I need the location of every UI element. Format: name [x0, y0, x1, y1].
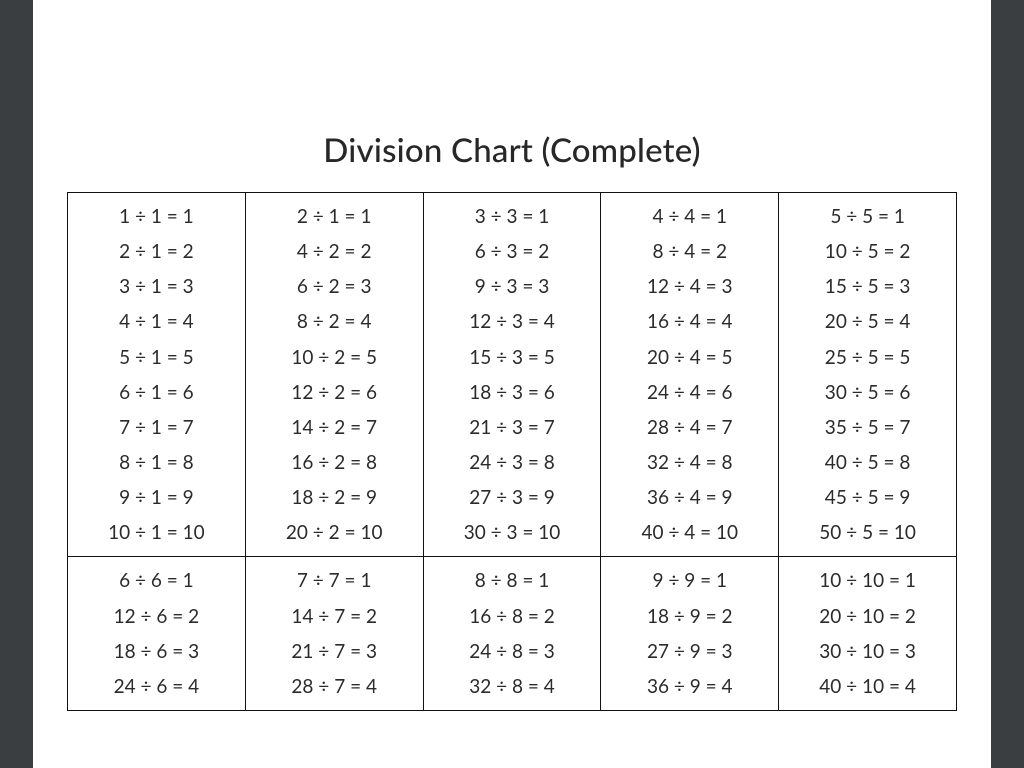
equation: 21 ÷ 7 = 3: [256, 634, 413, 669]
viewer-background: Division Chart (Complete) 1 ÷ 1 = 1 2 ÷ …: [0, 0, 1024, 768]
equation-list: 7 ÷ 7 = 1 14 ÷ 7 = 2 21 ÷ 7 = 3 28 ÷ 7 =…: [256, 563, 413, 704]
table-cell: 8 ÷ 8 = 1 16 ÷ 8 = 2 24 ÷ 8 = 3 32 ÷ 8 =…: [423, 557, 601, 711]
equation: 12 ÷ 3 = 4: [434, 304, 591, 339]
equation: 36 ÷ 9 = 4: [611, 669, 768, 704]
equation: 12 ÷ 6 = 2: [78, 599, 235, 634]
equation: 35 ÷ 5 = 7: [789, 410, 946, 445]
equation: 7 ÷ 7 = 1: [256, 563, 413, 598]
table-cell: 6 ÷ 6 = 1 12 ÷ 6 = 2 18 ÷ 6 = 3 24 ÷ 6 =…: [68, 557, 246, 711]
table-cell: 1 ÷ 1 = 1 2 ÷ 1 = 2 3 ÷ 1 = 3 4 ÷ 1 = 4 …: [68, 193, 246, 557]
equation: 3 ÷ 1 = 3: [78, 269, 235, 304]
equation-list: 4 ÷ 4 = 1 8 ÷ 4 = 2 12 ÷ 4 = 3 16 ÷ 4 = …: [611, 199, 768, 550]
table-cell: 10 ÷ 10 = 1 20 ÷ 10 = 2 30 ÷ 10 = 3 40 ÷…: [779, 557, 957, 711]
equation: 1 ÷ 1 = 1: [78, 199, 235, 234]
equation: 7 ÷ 1 = 7: [78, 410, 235, 445]
equation-list: 1 ÷ 1 = 1 2 ÷ 1 = 2 3 ÷ 1 = 3 4 ÷ 1 = 4 …: [78, 199, 235, 550]
page-content: Division Chart (Complete) 1 ÷ 1 = 1 2 ÷ …: [33, 130, 991, 711]
equation: 20 ÷ 5 = 4: [789, 304, 946, 339]
equation: 12 ÷ 4 = 3: [611, 269, 768, 304]
equation: 24 ÷ 4 = 6: [611, 375, 768, 410]
equation: 20 ÷ 10 = 2: [789, 599, 946, 634]
equation-list: 5 ÷ 5 = 1 10 ÷ 5 = 2 15 ÷ 5 = 3 20 ÷ 5 =…: [789, 199, 946, 550]
equation: 18 ÷ 2 = 9: [256, 480, 413, 515]
equation: 10 ÷ 1 = 10: [78, 515, 235, 550]
equation: 27 ÷ 9 = 3: [611, 634, 768, 669]
equation: 20 ÷ 2 = 10: [256, 515, 413, 550]
equation: 27 ÷ 3 = 9: [434, 480, 591, 515]
equation: 6 ÷ 3 = 2: [434, 234, 591, 269]
equation: 28 ÷ 4 = 7: [611, 410, 768, 445]
equation: 3 ÷ 3 = 1: [434, 199, 591, 234]
equation: 8 ÷ 4 = 2: [611, 234, 768, 269]
table-cell: 2 ÷ 1 = 1 4 ÷ 2 = 2 6 ÷ 2 = 3 8 ÷ 2 = 4 …: [245, 193, 423, 557]
equation: 28 ÷ 7 = 4: [256, 669, 413, 704]
equation: 5 ÷ 1 = 5: [78, 340, 235, 375]
equation-list: 6 ÷ 6 = 1 12 ÷ 6 = 2 18 ÷ 6 = 3 24 ÷ 6 =…: [78, 563, 235, 704]
equation: 25 ÷ 5 = 5: [789, 340, 946, 375]
equation: 2 ÷ 1 = 1: [256, 199, 413, 234]
page-title: Division Chart (Complete): [33, 130, 991, 170]
table-row: 1 ÷ 1 = 1 2 ÷ 1 = 2 3 ÷ 1 = 3 4 ÷ 1 = 4 …: [68, 193, 957, 557]
equation: 4 ÷ 4 = 1: [611, 199, 768, 234]
equation: 4 ÷ 2 = 2: [256, 234, 413, 269]
equation: 16 ÷ 8 = 2: [434, 599, 591, 634]
document-page: Division Chart (Complete) 1 ÷ 1 = 1 2 ÷ …: [33, 0, 991, 768]
equation: 10 ÷ 10 = 1: [789, 563, 946, 598]
equation: 50 ÷ 5 = 10: [789, 515, 946, 550]
equation: 45 ÷ 5 = 9: [789, 480, 946, 515]
table-cell: 4 ÷ 4 = 1 8 ÷ 4 = 2 12 ÷ 4 = 3 16 ÷ 4 = …: [601, 193, 779, 557]
equation: 18 ÷ 3 = 6: [434, 375, 591, 410]
equation: 10 ÷ 5 = 2: [789, 234, 946, 269]
equation: 6 ÷ 6 = 1: [78, 563, 235, 598]
table-row: 6 ÷ 6 = 1 12 ÷ 6 = 2 18 ÷ 6 = 3 24 ÷ 6 =…: [68, 557, 957, 711]
equation: 9 ÷ 3 = 3: [434, 269, 591, 304]
equation: 30 ÷ 10 = 3: [789, 634, 946, 669]
equation: 20 ÷ 4 = 5: [611, 340, 768, 375]
equation: 40 ÷ 4 = 10: [611, 515, 768, 550]
equation-list: 10 ÷ 10 = 1 20 ÷ 10 = 2 30 ÷ 10 = 3 40 ÷…: [789, 563, 946, 704]
equation: 36 ÷ 4 = 9: [611, 480, 768, 515]
equation: 16 ÷ 2 = 8: [256, 445, 413, 480]
equation: 24 ÷ 3 = 8: [434, 445, 591, 480]
equation-list: 3 ÷ 3 = 1 6 ÷ 3 = 2 9 ÷ 3 = 3 12 ÷ 3 = 4…: [434, 199, 591, 550]
division-table: 1 ÷ 1 = 1 2 ÷ 1 = 2 3 ÷ 1 = 3 4 ÷ 1 = 4 …: [67, 192, 957, 711]
equation: 6 ÷ 2 = 3: [256, 269, 413, 304]
equation: 14 ÷ 7 = 2: [256, 599, 413, 634]
equation: 30 ÷ 3 = 10: [434, 515, 591, 550]
equation: 12 ÷ 2 = 6: [256, 375, 413, 410]
equation: 18 ÷ 6 = 3: [78, 634, 235, 669]
equation: 15 ÷ 3 = 5: [434, 340, 591, 375]
table-cell: 9 ÷ 9 = 1 18 ÷ 9 = 2 27 ÷ 9 = 3 36 ÷ 9 =…: [601, 557, 779, 711]
equation: 2 ÷ 1 = 2: [78, 234, 235, 269]
table-cell: 3 ÷ 3 = 1 6 ÷ 3 = 2 9 ÷ 3 = 3 12 ÷ 3 = 4…: [423, 193, 601, 557]
equation: 30 ÷ 5 = 6: [789, 375, 946, 410]
equation: 32 ÷ 8 = 4: [434, 669, 591, 704]
equation: 5 ÷ 5 = 1: [789, 199, 946, 234]
equation: 10 ÷ 2 = 5: [256, 340, 413, 375]
equation: 24 ÷ 6 = 4: [78, 669, 235, 704]
equation: 9 ÷ 1 = 9: [78, 480, 235, 515]
equation: 15 ÷ 5 = 3: [789, 269, 946, 304]
equation-list: 8 ÷ 8 = 1 16 ÷ 8 = 2 24 ÷ 8 = 3 32 ÷ 8 =…: [434, 563, 591, 704]
equation: 8 ÷ 1 = 8: [78, 445, 235, 480]
equation: 8 ÷ 2 = 4: [256, 304, 413, 339]
equation-list: 2 ÷ 1 = 1 4 ÷ 2 = 2 6 ÷ 2 = 3 8 ÷ 2 = 4 …: [256, 199, 413, 550]
table-cell: 7 ÷ 7 = 1 14 ÷ 7 = 2 21 ÷ 7 = 3 28 ÷ 7 =…: [245, 557, 423, 711]
equation: 32 ÷ 4 = 8: [611, 445, 768, 480]
equation: 24 ÷ 8 = 3: [434, 634, 591, 669]
equation-list: 9 ÷ 9 = 1 18 ÷ 9 = 2 27 ÷ 9 = 3 36 ÷ 9 =…: [611, 563, 768, 704]
equation: 9 ÷ 9 = 1: [611, 563, 768, 598]
equation: 40 ÷ 5 = 8: [789, 445, 946, 480]
equation: 8 ÷ 8 = 1: [434, 563, 591, 598]
equation: 16 ÷ 4 = 4: [611, 304, 768, 339]
equation: 18 ÷ 9 = 2: [611, 599, 768, 634]
equation: 14 ÷ 2 = 7: [256, 410, 413, 445]
equation: 21 ÷ 3 = 7: [434, 410, 591, 445]
equation: 40 ÷ 10 = 4: [789, 669, 946, 704]
table-cell: 5 ÷ 5 = 1 10 ÷ 5 = 2 15 ÷ 5 = 3 20 ÷ 5 =…: [779, 193, 957, 557]
equation: 4 ÷ 1 = 4: [78, 304, 235, 339]
equation: 6 ÷ 1 = 6: [78, 375, 235, 410]
